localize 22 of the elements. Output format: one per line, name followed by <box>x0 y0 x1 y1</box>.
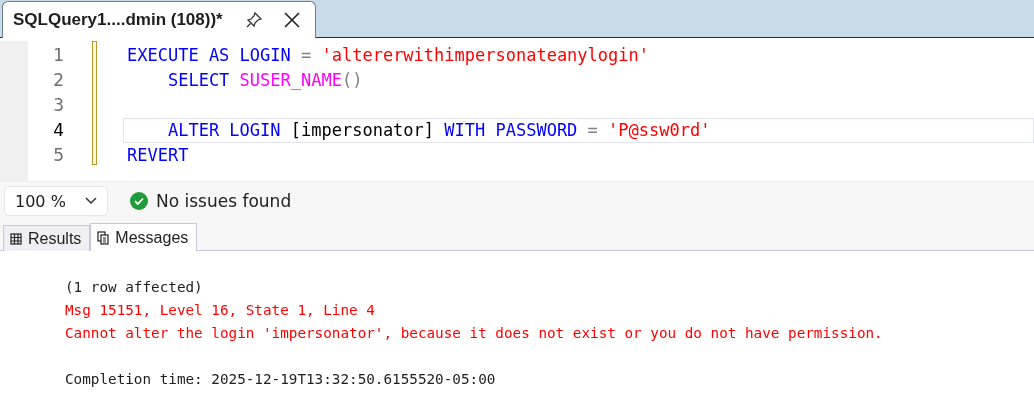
issues-status: No issues found <box>156 191 292 211</box>
document-icon <box>97 230 110 245</box>
line-number: 1 <box>53 44 64 67</box>
error-message: Cannot alter the login 'impersonator', because it does not exist or you do not have permission. <box>65 324 884 343</box>
zoom-dropdown[interactable]: 100 % <box>4 186 108 216</box>
line-number: 2 <box>53 69 64 92</box>
error-message: Msg 15151, Level 16, State 1, Line 4 <box>65 301 376 320</box>
code-line: REVERT <box>126 144 190 167</box>
check-circle-icon <box>130 192 148 210</box>
grid-icon <box>10 232 22 245</box>
line-number: 3 <box>53 94 64 117</box>
message-line: (1 row affected) <box>65 278 204 297</box>
results-tab[interactable]: Messages <box>90 223 198 251</box>
code-line: EXECUTE AS LOGIN = 'altererwithimpersonateanylogin' <box>126 44 650 67</box>
document-title: SQLQuery1....dmin (108))* <box>13 10 224 30</box>
message-line: Completion time: 2025-12-19T13:32:50.6155520-05:00 <box>65 370 497 389</box>
document-tab[interactable]: SQLQuery1....dmin (108))* <box>2 1 316 38</box>
results-tab[interactable]: Results <box>3 225 91 251</box>
code-line: SELECT SUSER_NAME() <box>166 69 364 92</box>
line-number: 4 <box>53 119 64 142</box>
chevron-down-icon <box>85 197 97 205</box>
line-number: 5 <box>53 144 64 167</box>
